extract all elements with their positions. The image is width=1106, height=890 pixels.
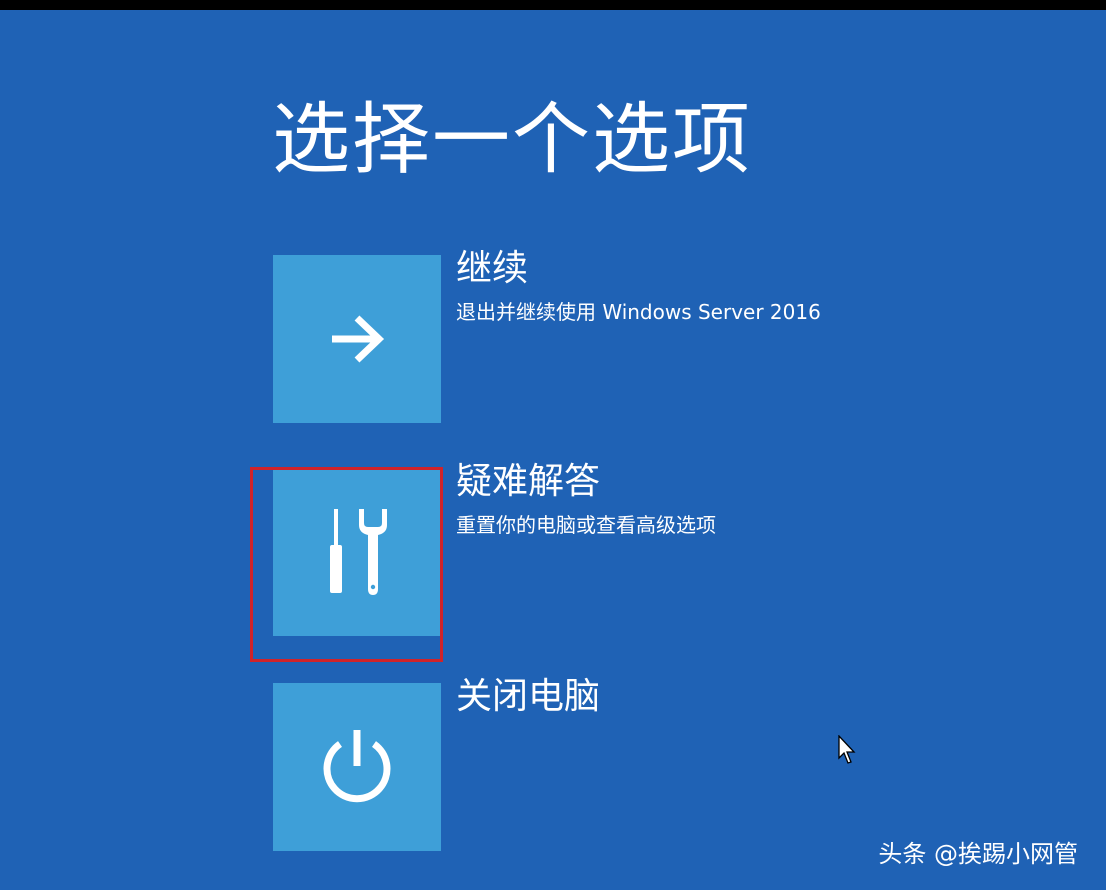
page-title: 选择一个选项 bbox=[272, 95, 753, 185]
option-troubleshoot[interactable]: 疑难解答 重置你的电脑或查看高级选项 bbox=[273, 461, 833, 638]
troubleshoot-tile[interactable] bbox=[273, 468, 441, 636]
power-icon bbox=[323, 730, 391, 803]
option-label: 疑难解答 bbox=[456, 461, 601, 502]
mouse-cursor-icon bbox=[838, 735, 856, 764]
tools-icon bbox=[330, 509, 387, 595]
continue-tile[interactable] bbox=[273, 255, 441, 423]
option-continue[interactable]: 继续 退出并继续使用 Windows Server 2016 bbox=[273, 248, 833, 425]
watermark: 头条 @挨踢小网管 bbox=[878, 840, 1078, 868]
recovery-screen: 选择一个选项 继续 退出并继续使用 Windows Server 2016 疑难… bbox=[0, 10, 1106, 890]
arrow-right-icon bbox=[332, 315, 385, 363]
shutdown-tile[interactable] bbox=[273, 683, 441, 851]
option-description: 重置你的电脑或查看高级选项 bbox=[456, 513, 716, 537]
option-label: 继续 bbox=[456, 248, 529, 289]
option-shutdown[interactable]: 关闭电脑 bbox=[273, 676, 833, 853]
option-description: 退出并继续使用 Windows Server 2016 bbox=[456, 300, 821, 324]
option-label: 关闭电脑 bbox=[456, 676, 601, 717]
